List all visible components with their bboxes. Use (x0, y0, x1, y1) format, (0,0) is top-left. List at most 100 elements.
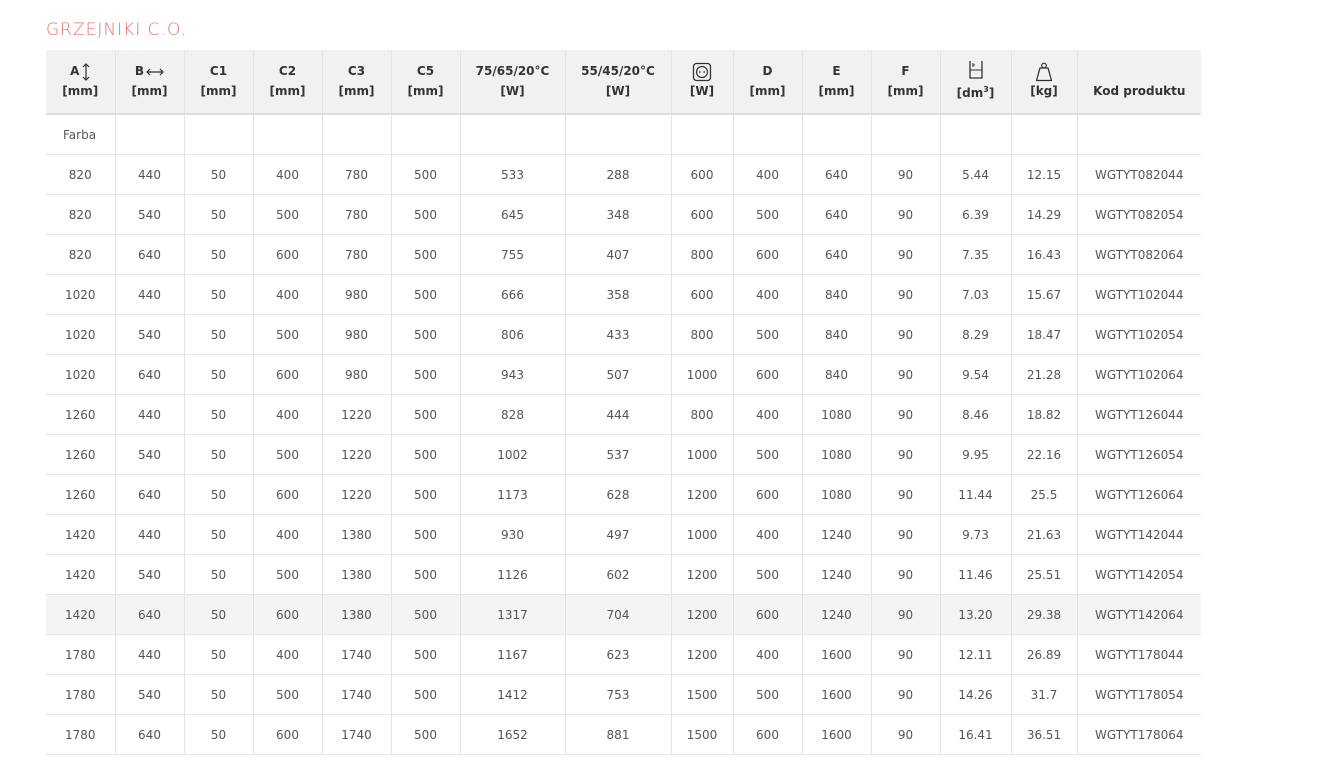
power-socket-icon (692, 62, 712, 82)
cell-f: 90 (871, 674, 941, 715)
horizontal-arrow-icon (146, 68, 164, 75)
cell-water-capacity: 9.95 (940, 434, 1012, 475)
cell-d: 400 (733, 634, 803, 675)
cell-a: 1260 (46, 434, 116, 475)
cell-e: 840 (802, 274, 872, 315)
header-e: E [mm] (802, 50, 872, 115)
cell-weight: 21.63 (1011, 514, 1078, 555)
cell-e: 1080 (802, 474, 872, 515)
cell-water-capacity: 8.46 (940, 394, 1012, 435)
cell-e: 1080 (802, 434, 872, 475)
cell-output-75: 930 (460, 514, 566, 555)
cell-c3: 780 (322, 234, 392, 275)
cell-c5: 500 (391, 594, 461, 635)
cell-output-75: 943 (460, 354, 566, 395)
cell-f: 90 (871, 594, 941, 635)
cell-d: 400 (733, 514, 803, 555)
cell-e: 1240 (802, 594, 872, 635)
cell-product-code: WGTYT126054 (1077, 434, 1201, 475)
cell-electric-power: 800 (671, 234, 734, 275)
cell-f: 90 (871, 554, 941, 595)
header-electric-power: [W] (671, 50, 734, 115)
cell-c2: 600 (253, 234, 323, 275)
cell-c1: 50 (184, 674, 254, 715)
cell-d: 500 (733, 314, 803, 355)
cell-c5: 500 (391, 394, 461, 435)
cell-water-capacity: 6.39 (940, 194, 1012, 235)
cell-f: 90 (871, 634, 941, 675)
cell-e: 840 (802, 354, 872, 395)
cell-output-75: 1167 (460, 634, 566, 675)
table-body: Farba 820 440 50 400 780 500 533 288 600 400 640 90… (46, 114, 1201, 755)
cell-c1: 50 (184, 594, 254, 635)
cell-c2: 500 (253, 554, 323, 595)
cell-b: 540 (115, 314, 185, 355)
cell-c1: 50 (184, 474, 254, 515)
cell-output-55: 444 (565, 394, 672, 435)
cell-output-55: 497 (565, 514, 672, 555)
cell-c3: 1740 (322, 674, 392, 715)
cell-output-55: 433 (565, 314, 672, 355)
cell-water-capacity: 9.73 (940, 514, 1012, 555)
cell-product-code: WGTYT126044 (1077, 394, 1201, 435)
cell-output-75: 1126 (460, 554, 566, 595)
water-capacity-icon (968, 61, 983, 79)
cell-weight: 25.5 (1011, 474, 1078, 515)
cell-d: 600 (733, 714, 803, 755)
cell-output-55: 288 (565, 154, 672, 195)
header-c3: C3 [mm] (322, 50, 392, 115)
cell-weight: 22.16 (1011, 434, 1078, 475)
cell-c2: 600 (253, 594, 323, 635)
cell-a: 1020 (46, 314, 116, 355)
cell-f: 90 (871, 154, 941, 195)
cell-c2: 400 (253, 514, 323, 555)
cell-c3: 1740 (322, 634, 392, 675)
cell-water-capacity: 16.41 (940, 714, 1012, 755)
cell-product-code: WGTYT178054 (1077, 674, 1201, 715)
cell-output-75: 533 (460, 154, 566, 195)
cell-f: 90 (871, 434, 941, 475)
cell-c1: 50 (184, 714, 254, 755)
cell-output-55: 348 (565, 194, 672, 235)
cell-product-code: WGTYT178044 (1077, 634, 1201, 675)
table-row: 1020 540 50 500 980 500 806 433 800 500 840 90 8.29 1… (46, 314, 1201, 355)
cell-b: 440 (115, 634, 185, 675)
cell-c2: 400 (253, 394, 323, 435)
cell-product-code: WGTYT178064 (1077, 714, 1201, 755)
cell-output-55: 358 (565, 274, 672, 315)
cell-c2: 400 (253, 154, 323, 195)
cell-weight: 18.82 (1011, 394, 1078, 435)
cell-output-75: 806 (460, 314, 566, 355)
cell-output-75: 645 (460, 194, 566, 235)
cell-product-code: WGTYT102064 (1077, 354, 1201, 395)
cell-c3: 1380 (322, 554, 392, 595)
cell-c3: 980 (322, 314, 392, 355)
cell-c3: 980 (322, 354, 392, 395)
table-row: 1420 540 50 500 1380 500 1126 602 1200 500 1240 90 1… (46, 554, 1201, 595)
cell-e: 1240 (802, 514, 872, 555)
cell-f: 90 (871, 714, 941, 755)
table-row: 1420 440 50 400 1380 500 930 497 1000 400 1240 90 9.… (46, 514, 1201, 555)
cell-d: 400 (733, 274, 803, 315)
cell-product-code: WGTYT082044 (1077, 154, 1201, 195)
header-water-capacity: [dm3] (940, 50, 1012, 115)
header-c5: C5 [mm] (391, 50, 461, 115)
cell-c2: 600 (253, 714, 323, 755)
product-spec-table: A [mm] B [mm] C1 [mm] C2 [mm] C3 [mm] C5 [mm… (46, 50, 1201, 755)
cell-a: 1420 (46, 514, 116, 555)
cell-a: 1020 (46, 354, 116, 395)
table-row: 1780 540 50 500 1740 500 1412 753 1500 500 1600 90 1… (46, 674, 1201, 715)
cell-a: 1020 (46, 274, 116, 315)
header-b: B [mm] (115, 50, 185, 115)
cell-output-75: 666 (460, 274, 566, 315)
cell-water-capacity: 8.29 (940, 314, 1012, 355)
cell-f: 90 (871, 194, 941, 235)
cell-c3: 980 (322, 274, 392, 315)
cell-electric-power: 600 (671, 154, 734, 195)
cell-b: 440 (115, 514, 185, 555)
cell-product-code: WGTYT126064 (1077, 474, 1201, 515)
cell-c5: 500 (391, 194, 461, 235)
cell-c2: 500 (253, 314, 323, 355)
cell-c5: 500 (391, 714, 461, 755)
cell-a: 1260 (46, 394, 116, 435)
